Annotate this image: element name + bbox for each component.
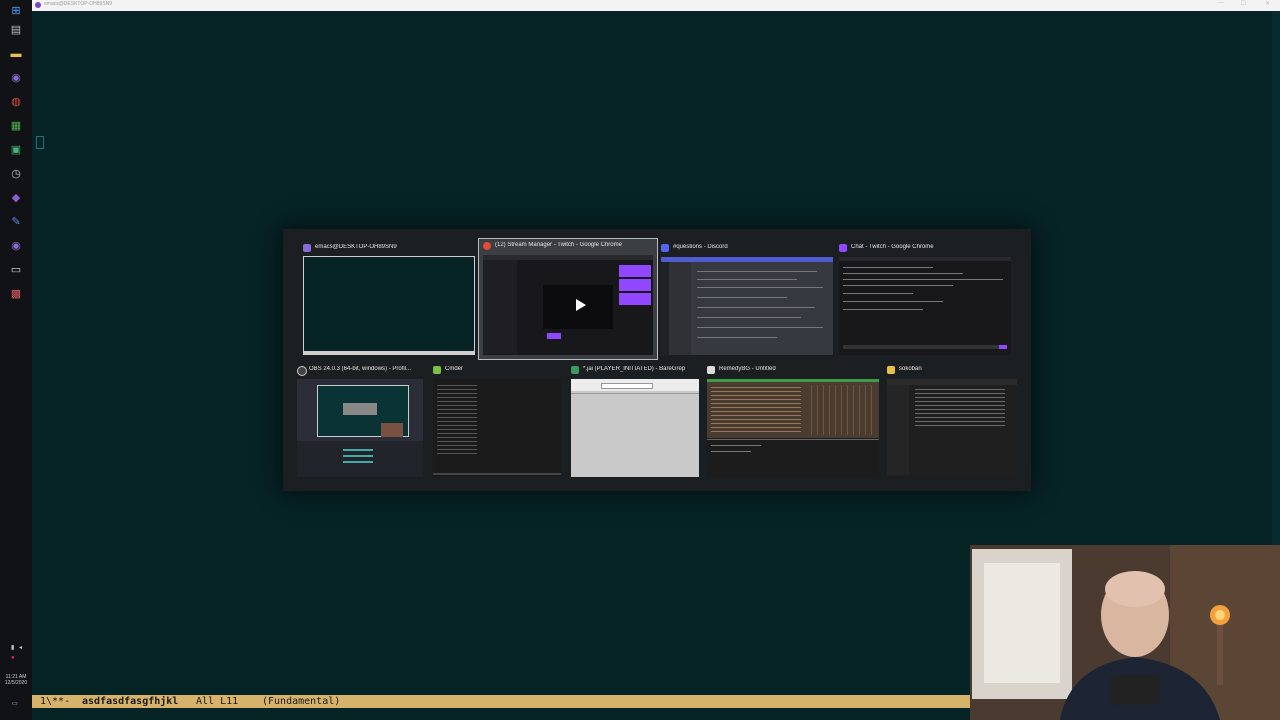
window-thumbnail: [707, 379, 879, 477]
play-icon: [576, 299, 586, 311]
window-thumbnail: [433, 379, 561, 477]
tile-label: (12) Stream Manager - Twitch - Google Ch…: [495, 242, 622, 248]
tile-label: emacs@DESKTOP-OH89SN9: [315, 244, 397, 250]
clock-date: 12/5/2020: [4, 680, 28, 686]
window-thumbnail: [839, 257, 1011, 355]
terminal-app-icon[interactable]: ▭: [8, 262, 24, 278]
network-icon[interactable]: ▮: [11, 644, 14, 651]
text-cursor: [36, 136, 44, 149]
webcam-overlay: [970, 545, 1280, 720]
chrome-icon[interactable]: ◍: [8, 94, 24, 110]
taskbar: ⊞ ▤ ▬ ◉ ◍ ▦ ▣ ◷ ◆ ✎ ◉ ▭ ▩: [0, 0, 32, 720]
folder-icon: [887, 366, 895, 374]
pen-tool-icon[interactable]: ✎: [8, 214, 24, 230]
window-title-bar: emacs@DESKTOP-OH89SN9 — ☐ ✕: [32, 0, 1280, 11]
window-thumbnail: [887, 379, 1017, 477]
window-title: emacs@DESKTOP-OH89SN9: [44, 1, 113, 7]
discord-icon: [661, 244, 669, 252]
emacs-mode-line: 1\**- asdfasdfasgfhjkl All L11 (Fundamen…: [32, 695, 970, 708]
visual-studio-icon[interactable]: ◆: [8, 190, 24, 206]
tile-label: sokoban: [899, 366, 922, 372]
switcher-tile-discord[interactable]: #questions - Discord: [657, 241, 837, 359]
major-mode: (Fundamental): [262, 696, 341, 707]
remedybg-icon: [707, 366, 715, 374]
switcher-tile-baregrep[interactable]: *.jai (PLAYER_INITIATED) - BareGrep: [567, 363, 703, 481]
emacs-icon: [35, 2, 41, 8]
switcher-tile-sokoban[interactable]: sokoban: [883, 363, 1021, 481]
switcher-tile-emacs[interactable]: emacs@DESKTOP-OH89SN9: [299, 241, 479, 359]
task-view-icon[interactable]: ▤: [8, 22, 24, 38]
webcam-image: [970, 545, 1280, 720]
close-button[interactable]: ✕: [1265, 0, 1270, 7]
echo-area[interactable]: [32, 708, 970, 720]
tile-label: OBS 24.0.3 (64-bit, windows) - Profil...: [309, 366, 412, 372]
volume-icon[interactable]: ◂: [19, 644, 22, 651]
tile-label: Cmder: [445, 366, 464, 372]
tile-label: #questions - Discord: [673, 244, 728, 250]
switcher-tile-obs[interactable]: OBS 24.0.3 (64-bit, windows) - Profil...: [293, 363, 427, 481]
switcher-tile-cmder[interactable]: Cmder: [429, 363, 565, 481]
remedybg-icon[interactable]: ▩: [8, 286, 24, 302]
twitch-icon: [839, 244, 847, 252]
switcher-tile-stream-manager[interactable]: (12) Stream Manager - Twitch - Google Ch…: [478, 238, 658, 360]
notification-icon[interactable]: ●: [11, 655, 15, 661]
maximize-button[interactable]: ☐: [1241, 0, 1246, 7]
obs-icon: [297, 366, 307, 376]
minimize-button[interactable]: —: [1218, 0, 1224, 6]
action-center-icon[interactable]: ▭: [12, 700, 18, 707]
window-thumbnail: [303, 256, 475, 355]
switcher-tile-twitch-chat[interactable]: Chat - Twitch - Google Chrome: [835, 241, 1015, 359]
app-green-icon[interactable]: ▦: [8, 118, 24, 134]
window-thumbnail: [661, 257, 833, 355]
buffer-status: 1\**-: [40, 696, 71, 707]
taskbar-clock[interactable]: 11:21 AM 12/5/2020: [0, 674, 32, 686]
window-thumbnail: [297, 379, 423, 477]
window-switcher: emacs@DESKTOP-OH89SN9 (12) Stream Manage…: [283, 229, 1031, 491]
tile-label: RemedyBG - Untitled: [719, 366, 776, 372]
bluetooth-app-icon[interactable]: ▣: [8, 142, 24, 158]
tile-label: Chat - Twitch - Google Chrome: [851, 244, 934, 250]
window-thumbnail: [483, 255, 653, 355]
emacs-icon[interactable]: ◉: [8, 70, 24, 86]
window-thumbnail: [571, 379, 699, 477]
switcher-tile-remedybg[interactable]: RemedyBG - Untitled: [703, 363, 883, 481]
windows-start-icon[interactable]: ⊞: [8, 3, 24, 19]
tile-label: *.jai (PLAYER_INITIATED) - BareGrep: [583, 366, 686, 372]
clock-app-icon[interactable]: ◷: [8, 166, 24, 182]
file-explorer-icon[interactable]: ▬: [8, 46, 24, 62]
buffer-position: All L11: [196, 696, 239, 707]
emacs-2-icon[interactable]: ◉: [8, 238, 24, 254]
chrome-icon: [483, 242, 491, 250]
emacs-icon: [303, 244, 311, 252]
buffer-name: asdfasdfasgfhjkl: [82, 696, 179, 707]
baregrep-icon: [571, 366, 579, 374]
cmder-icon: [433, 366, 441, 374]
